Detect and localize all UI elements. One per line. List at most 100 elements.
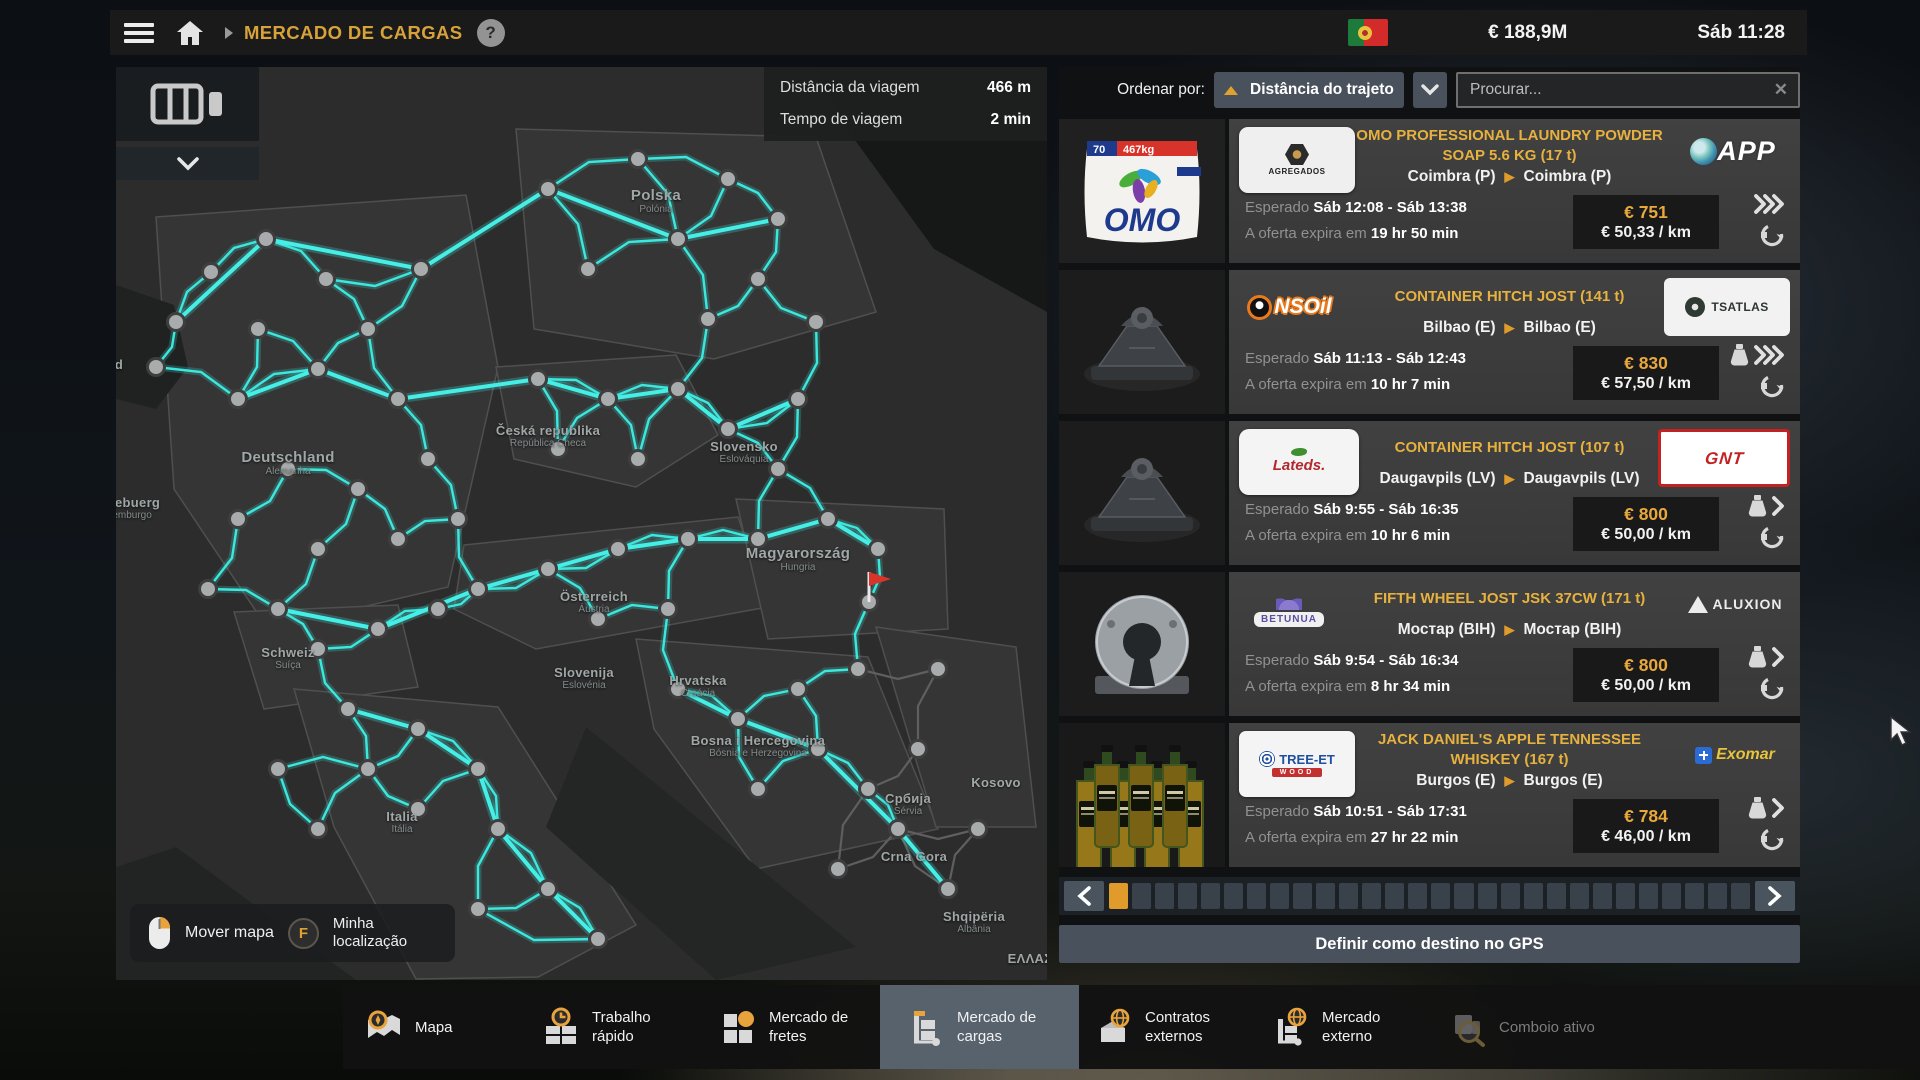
origin-city: Bilbao (E) — [1423, 319, 1495, 336]
urgency-chevrons-icon — [1771, 495, 1786, 522]
urgency-chevrons-icon — [1771, 646, 1786, 673]
destination-city: Мостар (BIH) — [1524, 621, 1622, 638]
sort-value: Distância do trajeto — [1250, 81, 1394, 99]
company-logo-icon — [1291, 448, 1307, 456]
receiver-company-logo: APP — [1680, 127, 1790, 175]
cargo-offer-card[interactable]: 70467kgOMO AGREGADOS APP OMO PROFESSIONA… — [1059, 119, 1800, 263]
freight-market-icon — [718, 1007, 758, 1047]
company-logo-icon — [1690, 138, 1717, 165]
trailer-adviser-button[interactable] — [116, 67, 259, 141]
cargo-offer-card[interactable]: NSOil TSATLAS CONTAINER HITCH JOST (141 … — [1059, 270, 1800, 414]
nav-item-trabalho-r-pido[interactable]: Trabalho rápido — [526, 985, 703, 1069]
offer-price: € 830 — [1624, 353, 1668, 374]
nav-item-mercado-externo[interactable]: Mercado externo — [1256, 985, 1433, 1069]
route-map[interactable]: PolskaPolóniaDeutschlandAlemanhaČeská re… — [116, 67, 1047, 980]
expires-in: 19 hr 50 min — [1371, 225, 1459, 242]
offer-price-box: € 800 € 50,00 / km — [1573, 648, 1719, 702]
page-cell[interactable] — [1454, 883, 1473, 909]
help-icon[interactable]: ? — [477, 19, 505, 47]
cargo-image — [1059, 572, 1229, 716]
offer-rate-per-km: € 46,00 / km — [1601, 828, 1691, 846]
origin-city: Burgos (E) — [1416, 772, 1495, 789]
page-cell[interactable] — [1616, 883, 1635, 909]
cargo-offer-card[interactable]: TREE-ETWOOD Exomar JACK DANIEL'S APPLE T… — [1059, 723, 1800, 867]
heavy-cargo-icon — [1748, 645, 1767, 674]
time-value: 2 min — [991, 111, 1031, 129]
nav-item-mapa[interactable]: Mapa — [349, 985, 526, 1069]
offer-price: € 800 — [1624, 504, 1668, 525]
bottom-navigation: MapaTrabalho rápidoMercado de fretesMerc… — [343, 985, 1920, 1069]
page-cell[interactable] — [1247, 883, 1266, 909]
page-cell[interactable] — [1293, 883, 1312, 909]
quick-job-icon — [541, 1007, 581, 1047]
page-cell[interactable] — [1501, 883, 1520, 909]
page-cell[interactable] — [1708, 883, 1727, 909]
clear-search-icon[interactable]: ✕ — [1774, 80, 1788, 100]
page-cell[interactable] — [1593, 883, 1612, 909]
offer-price-box: € 830 € 57,50 / km — [1573, 346, 1719, 400]
page-cell[interactable] — [1524, 883, 1543, 909]
pagination — [1059, 877, 1800, 915]
page-cell[interactable] — [1178, 883, 1197, 909]
pagination-next-button[interactable] — [1755, 881, 1795, 911]
cargo-route: Burgos (E)▶Burgos (E) — [1341, 772, 1678, 790]
receiver-company-logo: ALUXION — [1680, 580, 1790, 628]
page-cell[interactable] — [1109, 883, 1128, 909]
ets2-freight-market-screen: MERCADO DE CARGAS ? € 188,9M Sáb 11:28 P… — [0, 0, 1920, 1080]
chevron-down-icon — [177, 157, 199, 171]
map-icon — [364, 1007, 404, 1047]
menu-icon[interactable] — [124, 23, 154, 43]
company-logo-icon — [1276, 592, 1302, 610]
page-cell[interactable] — [1224, 883, 1243, 909]
nav-item-comboio-ativo[interactable]: Comboio ativo — [1433, 985, 1610, 1069]
page-cell[interactable] — [1731, 883, 1750, 909]
cargo-route: Coimbra (P)▶Coimbra (P) — [1341, 168, 1678, 186]
cargo-image — [1059, 421, 1229, 565]
my-location-label[interactable]: Minha localização — [333, 915, 437, 951]
nav-item-mercado-de-fretes[interactable]: Mercado de fretes — [703, 985, 880, 1069]
page-cell[interactable] — [1339, 883, 1358, 909]
page-cell[interactable] — [1478, 883, 1497, 909]
sort-dropdown[interactable]: Distância do trajeto — [1214, 72, 1404, 108]
trailer-return-icon — [1760, 827, 1786, 856]
expires-in: 27 hr 22 min — [1371, 829, 1459, 846]
page-cell[interactable] — [1639, 883, 1658, 909]
offer-price-box: € 784 € 46,00 / km — [1573, 799, 1719, 853]
route-arrow-icon: ▶ — [1505, 471, 1515, 486]
collapse-adviser-button[interactable] — [116, 147, 259, 180]
game-time: Sáb 11:28 — [1697, 22, 1785, 44]
move-map-label: Mover mapa — [185, 924, 274, 942]
heavy-cargo-icon — [1748, 494, 1767, 523]
page-cell[interactable] — [1155, 883, 1174, 909]
cargo-offer-card[interactable]: BETUNUA ALUXION FIFTH WHEEL JOST JSK 37C… — [1059, 572, 1800, 716]
search-input[interactable] — [1468, 80, 1774, 100]
pagination-prev-button[interactable] — [1064, 881, 1104, 911]
page-cell[interactable] — [1547, 883, 1566, 909]
nav-item-mercado-de-cargas[interactable]: Mercado de cargas — [880, 985, 1079, 1069]
home-icon[interactable] — [176, 20, 204, 46]
page-cell[interactable] — [1685, 883, 1704, 909]
page-cell[interactable] — [1385, 883, 1404, 909]
offer-rate-per-km: € 50,00 / km — [1601, 677, 1691, 695]
sender-company-logo: BETUNUA — [1239, 580, 1339, 638]
trailer-return-icon — [1760, 374, 1786, 403]
page-cell[interactable] — [1201, 883, 1220, 909]
page-cell[interactable] — [1132, 883, 1151, 909]
origin-city: Мостар (BIH) — [1398, 621, 1496, 638]
nav-item-contratos-externos[interactable]: Contratos externos — [1079, 985, 1256, 1069]
map-hints: Mover mapa F Minha localização — [130, 904, 455, 962]
offer-times: Esperado Sáb 11:13 - Sáb 12:43 A oferta … — [1245, 346, 1466, 398]
page-cell[interactable] — [1270, 883, 1289, 909]
cargo-offer-card[interactable]: Lateds. GNT CONTAINER HITCH JOST (107 t)… — [1059, 421, 1800, 565]
sort-dropdown-button[interactable] — [1413, 72, 1447, 108]
company-logo-icon — [1259, 751, 1275, 767]
set-gps-destination-button[interactable]: Definir como destino no GPS — [1059, 925, 1800, 963]
page-cell[interactable] — [1362, 883, 1381, 909]
page-cell[interactable] — [1662, 883, 1681, 909]
sender-company-logo: TREE-ETWOOD — [1239, 731, 1355, 797]
page-cell[interactable] — [1316, 883, 1335, 909]
page-cell[interactable] — [1408, 883, 1427, 909]
page-cell[interactable] — [1570, 883, 1589, 909]
offer-price-box: € 751 € 50,33 / km — [1573, 195, 1719, 249]
page-cell[interactable] — [1431, 883, 1450, 909]
